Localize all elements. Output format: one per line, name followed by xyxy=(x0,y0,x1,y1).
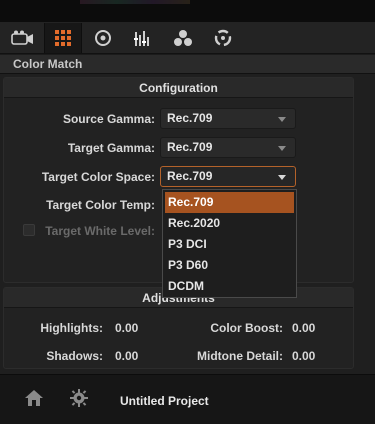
color-boost-label: Color Boost: xyxy=(210,321,283,335)
tool-bars[interactable] xyxy=(124,23,162,53)
project-name: Untitled Project xyxy=(120,394,209,408)
color-space-dropdown: Rec.709 Rec.2020 P3 DCI P3 D60 DCDM xyxy=(162,189,297,298)
tool-grid[interactable] xyxy=(44,22,82,53)
color-swatch-strip xyxy=(80,0,190,4)
tool-circle[interactable] xyxy=(84,23,122,53)
home-icon[interactable] xyxy=(24,389,44,407)
source-gamma-value: Rec.709 xyxy=(167,111,213,125)
dropdown-option[interactable]: Rec.2020 xyxy=(165,213,294,234)
target-gamma-label: Target Gamma: xyxy=(67,141,155,155)
shadows-value[interactable]: 0.00 xyxy=(115,349,138,363)
toolbar xyxy=(0,22,375,54)
target-color-space-value: Rec.709 xyxy=(167,169,213,183)
gear-icon[interactable] xyxy=(70,389,88,407)
highlights-value[interactable]: 0.00 xyxy=(115,321,138,335)
shadows-label: Shadows: xyxy=(46,349,103,363)
midtone-detail-label: Midtone Detail: xyxy=(197,349,283,363)
top-strip xyxy=(0,0,375,22)
bottom-bar: Untitled Project xyxy=(0,374,375,424)
configuration-title: Configuration xyxy=(4,78,353,98)
color-boost-value[interactable]: 0.00 xyxy=(292,321,315,335)
midtone-detail-value[interactable]: 0.00 xyxy=(292,349,315,363)
tool-cycle[interactable] xyxy=(204,23,242,53)
tool-color-wheels[interactable] xyxy=(164,23,202,53)
cycle-icon xyxy=(214,29,232,46)
chevron-down-icon xyxy=(278,117,286,122)
dropdown-option[interactable]: P3 DCI xyxy=(165,234,294,255)
dropdown-option[interactable]: Rec.709 xyxy=(165,192,294,213)
tool-camera[interactable] xyxy=(4,23,42,53)
target-white-level-checkbox[interactable] xyxy=(23,224,35,236)
grid-icon xyxy=(55,29,71,46)
dropdown-option[interactable]: DCDM xyxy=(165,276,294,297)
target-gamma-value: Rec.709 xyxy=(167,140,213,154)
chevron-down-icon xyxy=(278,146,286,151)
dropdown-option[interactable]: P3 D60 xyxy=(165,255,294,276)
target-color-temp-label: Target Color Temp: xyxy=(46,198,155,212)
source-gamma-select[interactable]: Rec.709 xyxy=(160,108,296,129)
color-wheels-icon xyxy=(174,29,192,46)
panel-title: Color Match xyxy=(0,55,375,74)
target-white-level-label: Target White Level: xyxy=(45,224,155,238)
source-gamma-label: Source Gamma: xyxy=(62,112,155,126)
target-color-space-select[interactable]: Rec.709 xyxy=(160,166,296,187)
target-color-space-label: Target Color Space: xyxy=(41,170,155,184)
chevron-down-icon xyxy=(278,175,286,180)
highlights-label: Highlights: xyxy=(40,321,103,335)
bars-icon xyxy=(134,30,149,46)
camera-icon xyxy=(11,30,33,45)
target-gamma-select[interactable]: Rec.709 xyxy=(160,137,296,158)
circle-icon xyxy=(95,29,111,46)
